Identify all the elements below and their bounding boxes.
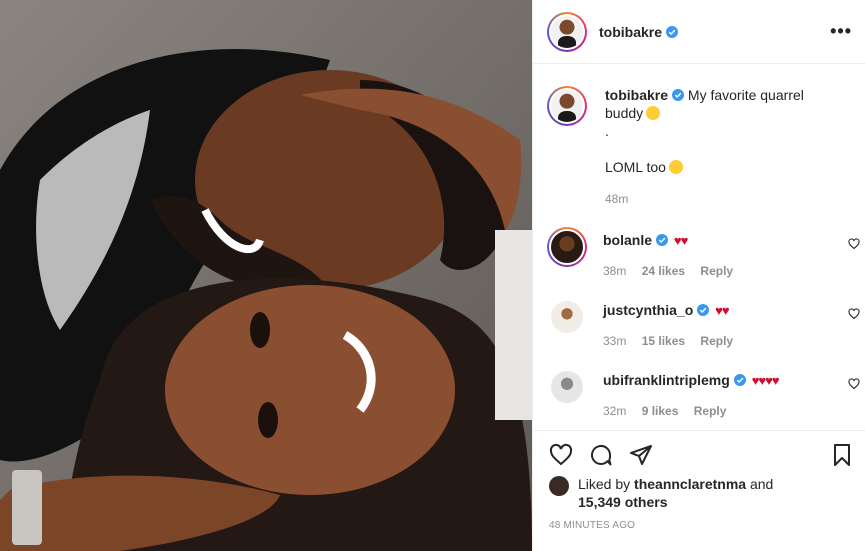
comment-time[interactable]: 32m (603, 404, 626, 418)
comment-hearts: ♥♥ (673, 233, 688, 248)
comment-likes[interactable]: 9 likes (642, 404, 679, 418)
instagram-post: tobibakre ••• tobibakre My favorite quar… (0, 0, 865, 551)
caption-body: tobibakre My favorite quarrel buddy . LO… (605, 86, 804, 208)
liker-username[interactable]: theannclaretnma (634, 476, 746, 492)
caption-time[interactable]: 48m (605, 190, 804, 208)
caption-text-line1: My favorite quarrel (687, 87, 804, 103)
comment-hearts: ♥♥ (715, 303, 729, 318)
comment: ubifranklintriplemg ♥♥♥♥ 32m 9 likes Rep… (547, 367, 860, 418)
verified-icon (733, 374, 746, 386)
caption: tobibakre My favorite quarrel buddy . LO… (547, 86, 852, 208)
heart-small-icon[interactable] (848, 378, 860, 390)
heart-small-icon[interactable] (848, 308, 860, 320)
smile-emoji (646, 106, 661, 120)
caption-text-line2: buddy (605, 105, 644, 121)
share-icon[interactable] (629, 443, 653, 467)
liked-by: Liked by theannclaretnma and 15,349 othe… (549, 475, 773, 511)
author-avatar[interactable] (547, 11, 587, 52)
save-icon[interactable] (830, 443, 854, 467)
verified-icon (666, 25, 679, 38)
comment-username[interactable]: ubifranklintriplemg (603, 372, 730, 388)
heart-small-icon[interactable] (848, 238, 860, 250)
post-header: tobibakre ••• (533, 0, 865, 64)
kiss-emoji (668, 160, 683, 174)
action-bar: Liked by theannclaretnma and 15,349 othe… (533, 430, 865, 551)
comment-avatar[interactable] (547, 297, 587, 337)
comment-body: justcynthia_o ♥♥ 33m 15 likes Reply (603, 297, 745, 348)
liker-avatar[interactable] (549, 476, 569, 496)
caption-avatar[interactable] (547, 86, 587, 126)
comment-reply-button[interactable]: Reply (694, 404, 727, 418)
comment-username[interactable]: justcynthia_o (603, 302, 693, 318)
comment-avatar[interactable] (547, 367, 587, 407)
author-username[interactable]: tobibakre (599, 24, 662, 40)
comment-body: bolanle ♥♥ 38m 24 likes Reply (603, 227, 745, 278)
comment-likes[interactable]: 15 likes (642, 334, 685, 348)
likes-count[interactable]: 15,349 others (578, 494, 668, 510)
caption-dot: . (605, 123, 609, 139)
comment-body: ubifranklintriplemg ♥♥♥♥ 32m 9 likes Rep… (603, 367, 780, 418)
verified-icon (656, 234, 669, 246)
post-timestamp[interactable]: 48 MINUTES AGO (549, 520, 635, 531)
photo-illustration (0, 0, 532, 551)
comment-likes[interactable]: 24 likes (642, 264, 685, 278)
comment-reply-button[interactable]: Reply (700, 264, 733, 278)
comment-time[interactable]: 38m (603, 264, 626, 278)
caption-username[interactable]: tobibakre (605, 87, 668, 103)
post-panel: tobibakre ••• tobibakre My favorite quar… (532, 0, 865, 551)
comment-username[interactable]: bolanle (603, 232, 652, 248)
comment: bolanle ♥♥ 38m 24 likes Reply (547, 227, 860, 278)
caption-text-line3: LOML too (605, 159, 666, 175)
more-icon[interactable]: ••• (830, 22, 852, 40)
comment-icon[interactable] (589, 443, 613, 467)
like-icon[interactable] (549, 443, 573, 467)
comment-hearts: ♥♥♥♥ (751, 373, 780, 388)
verified-icon (697, 304, 710, 316)
post-photo[interactable] (0, 0, 532, 551)
comment-avatar[interactable] (547, 227, 587, 267)
comment-reply-button[interactable]: Reply (700, 334, 733, 348)
comment: justcynthia_o ♥♥ 33m 15 likes Reply (547, 297, 860, 348)
liked-by-and: and (749, 476, 774, 492)
action-icons (549, 443, 653, 467)
comment-time[interactable]: 33m (603, 334, 626, 348)
verified-icon (672, 89, 685, 101)
liked-by-prefix: Liked by (578, 476, 631, 492)
